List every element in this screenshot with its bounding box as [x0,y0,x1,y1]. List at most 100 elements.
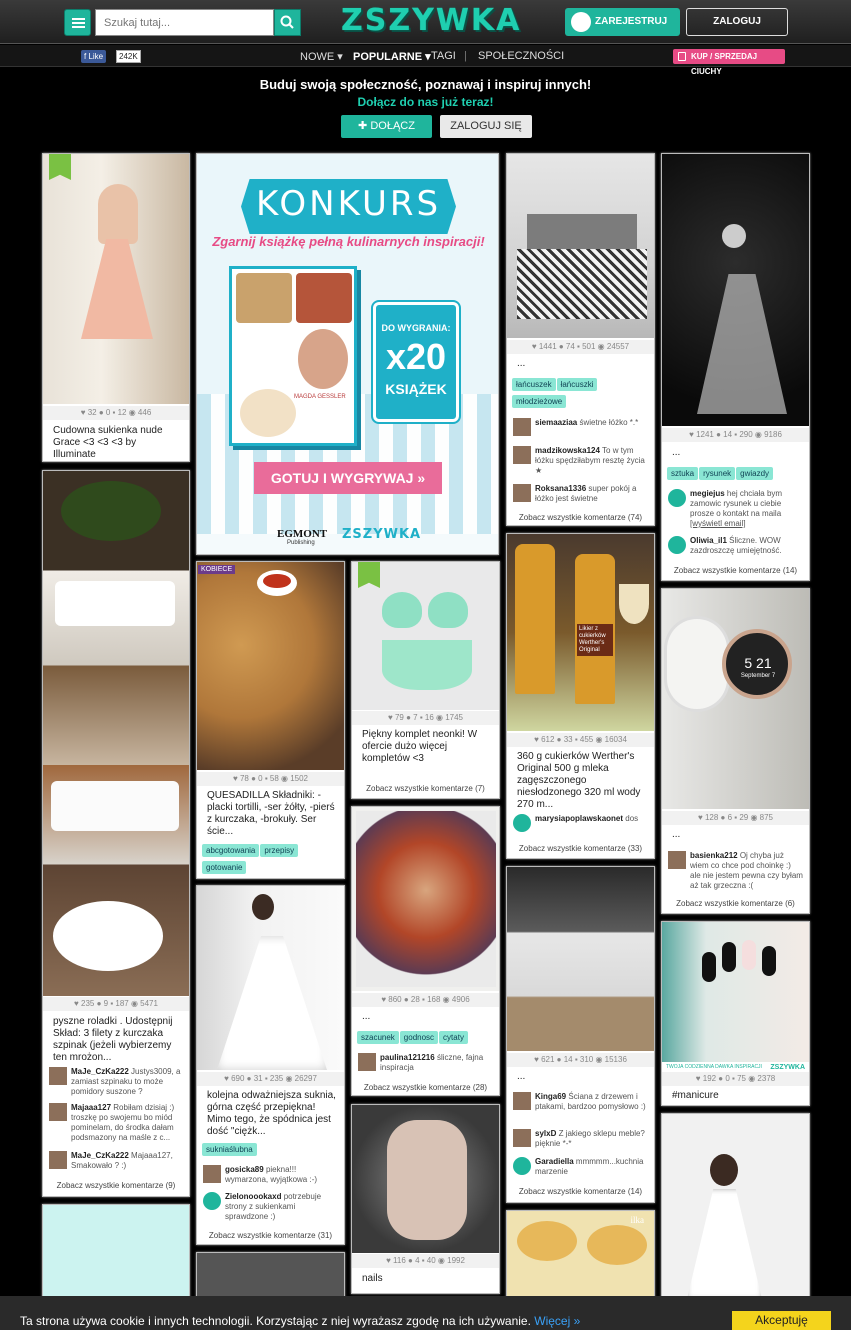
post-image[interactable]: Likier z cukierków Werther's Original [507,534,654,731]
login-button[interactable]: ZALOGUJ [686,8,788,36]
see-all-comments-link[interactable]: Zobacz wszystkie komentarze (6) [662,899,809,908]
post-card-rolls[interactable]: ♥ 235 ● 9 ▪ 187 ◉ 5471 pyszne roladki . … [42,470,190,1197]
post-card-dress[interactable]: ♥ 32 ● 0 ▪ 12 ◉ 446 Cudowna sukienka nud… [42,153,190,462]
see-all-comments-link[interactable]: Zobacz wszystkie komentarze (9) [43,1181,189,1190]
avatar[interactable] [513,446,531,464]
tag[interactable]: szacunek [357,1031,399,1044]
avatar[interactable] [513,418,531,436]
register-button[interactable]: ZAREJESTRUJ SIĘ [565,8,680,55]
zszywka-avatar[interactable] [668,489,686,507]
post-card-placeholder[interactable] [42,1204,190,1304]
post-description[interactable]: QUESADILLA Składniki: -placki tortilli, … [207,790,336,838]
post-description[interactable]: Cudowna sukienka nude Grace <3 <3 <3 by … [53,425,181,461]
post-card-pizza[interactable]: ilka [506,1210,655,1300]
avatar[interactable] [203,1165,221,1183]
avatar[interactable] [49,1067,67,1085]
see-all-comments-link[interactable]: Zobacz wszystkie komentarze (7) [352,784,499,793]
avatar[interactable] [513,484,531,502]
post-card-bedroom[interactable]: ♥ 1441 ● 74 ▪ 501 ◉ 24557 ... łańcuszek ł… [506,153,655,526]
post-image[interactable] [352,807,499,991]
logo[interactable]: ZSZYWKA [341,3,521,38]
tag[interactable]: sztuka [667,467,699,480]
post-description[interactable]: ... [672,829,801,841]
post-card-kitchen[interactable]: ♥ 621 ● 14 ▪ 310 ◉ 15136 ... Kinga69 Ści… [506,866,655,1203]
post-description[interactable]: ... [517,358,646,370]
tag[interactable]: cytaty [439,1031,468,1044]
see-all-comments-link[interactable]: Zobacz wszystkie komentarze (33) [507,844,654,853]
tag[interactable]: przepisy [260,844,299,857]
nav-tags[interactable]: TAGI [431,50,456,62]
tag[interactable]: łańcuszek [512,378,556,391]
post-image[interactable] [507,154,654,338]
post-image[interactable] [507,867,654,1051]
post-image[interactable] [43,471,189,996]
search-input[interactable] [95,9,274,36]
avatar[interactable] [513,1092,531,1110]
post-card-watch[interactable]: 5 21 September 7 ♥ 128 ● 6 ▪ 29 ◉ 875 ..… [661,588,810,914]
zszywka-avatar[interactable] [513,814,531,832]
post-image[interactable]: KOBIECE [197,562,344,770]
zszywka-avatar[interactable] [203,1192,221,1210]
see-all-comments-link[interactable]: Zobacz wszystkie komentarze (14) [507,1187,654,1196]
zszywka-avatar[interactable] [513,1157,531,1175]
post-card-lion[interactable]: ♥ 860 ● 28 ▪ 168 ◉ 4906 ... szacunek godn… [351,806,500,1096]
post-card-partial[interactable] [196,1252,345,1302]
tag[interactable]: łańcuszki [556,378,598,391]
post-card-manicure[interactable]: TWOJA CODZIENNA DAWKA INSPIRACJI ZSZYWKA… [661,921,810,1106]
post-description[interactable]: pyszne roladki . Udostępnij Skład: 3 fil… [53,1016,181,1064]
post-image[interactable] [43,154,189,404]
post-description[interactable]: nails [362,1273,491,1285]
post-card-lace-dress[interactable] [661,1113,810,1303]
show-email-link[interactable]: [wyświetl email] [690,519,746,528]
tag[interactable]: rysunek [699,467,736,480]
tag[interactable]: gotowanie [202,861,247,874]
tag[interactable]: abcgotowania [202,844,260,857]
nav-popular[interactable]: POPULARNE ▾ [353,50,431,63]
post-card-lingerie[interactable]: ♥ 79 ● 7 ▪ 16 ◉ 1745 Piękny komplet neon… [351,561,500,799]
avatar[interactable] [49,1151,67,1169]
promo-contest-card[interactable]: KONKURS Zgarnij książkę pełną kulinarnyc… [196,153,499,555]
cookie-more-link[interactable]: Więcej » [534,1314,580,1328]
post-card-wedding-dress[interactable]: ♥ 690 ● 31 ▪ 235 ◉ 26297 kolejna odważni… [196,885,345,1245]
post-image[interactable] [352,1105,499,1253]
see-all-comments-link[interactable]: Zobacz wszystkie komentarze (14) [662,566,809,575]
promo-cta-button[interactable]: GOTUJ I WYGRYWAJ » [254,462,442,494]
buy-sell-button[interactable]: KUP / SPRZEDAJ CIUCHY [673,49,785,76]
see-all-comments-link[interactable]: Zobacz wszystkie komentarze (74) [507,513,654,522]
post-card-quesadilla[interactable]: KOBIECE ♥ 78 ● 0 ▪ 58 ◉ 1502 QUESADILLA … [196,561,345,879]
avatar[interactable] [668,851,686,869]
nav-community[interactable]: SPOŁECZNOŚCI [478,50,564,62]
post-description[interactable]: ... [517,1071,646,1083]
post-description[interactable]: ... [362,1011,491,1023]
tag[interactable]: godnosc [399,1031,439,1044]
tag[interactable]: gwiazdy [736,467,774,480]
top-bar: ZSZYWKA ZAREJESTRUJ SIĘ ZALOGUJ [0,0,851,55]
nav-new[interactable]: NOWE ▾ [300,50,343,63]
post-description[interactable]: #manicure [672,1090,801,1102]
post-image[interactable] [197,886,344,1070]
login-secondary-button[interactable]: ZALOGUJ SIĘ [440,115,532,138]
see-all-comments-link[interactable]: Zobacz wszystkie komentarze (31) [197,1231,344,1240]
search-button[interactable] [274,9,301,36]
zszywka-avatar[interactable] [668,536,686,554]
menu-button[interactable] [64,9,91,36]
see-all-comments-link[interactable]: Zobacz wszystkie komentarze (28) [352,1083,499,1092]
join-button[interactable]: ✚ DOŁĄCZ [341,115,432,138]
post-card-drawing[interactable]: ♥ 1241 ● 14 ▪ 290 ◉ 9186 ... sztuka rysun… [661,153,810,581]
post-card-liqueur[interactable]: Likier z cukierków Werther's Original ♥ … [506,533,655,859]
avatar[interactable] [358,1053,376,1071]
post-image[interactable]: 5 21 September 7 [662,589,809,809]
avatar[interactable] [49,1103,67,1121]
cookie-accept-button[interactable]: Akceptuję [732,1311,831,1330]
facebook-like-button[interactable]: f Like [81,50,107,63]
post-description[interactable]: Piękny komplet neonki! W ofercie dużo wi… [362,729,491,765]
post-image[interactable]: TWOJA CODZIENNA DAWKA INSPIRACJI ZSZYWKA [662,922,809,1072]
avatar[interactable] [513,1129,531,1147]
tag[interactable]: sukniaślubna [202,1143,257,1156]
post-card-nails[interactable]: ♥ 116 ● 4 ▪ 40 ◉ 1992 nails [351,1104,500,1294]
post-description[interactable]: ... [672,447,801,459]
post-description[interactable]: 360 g cukierków Werther's Original 500 g… [517,751,646,811]
post-image[interactable] [662,154,809,426]
tag[interactable]: młodzieżowe [512,395,567,408]
post-description[interactable]: kolejna odważniejsza suknia, górna część… [207,1090,336,1138]
